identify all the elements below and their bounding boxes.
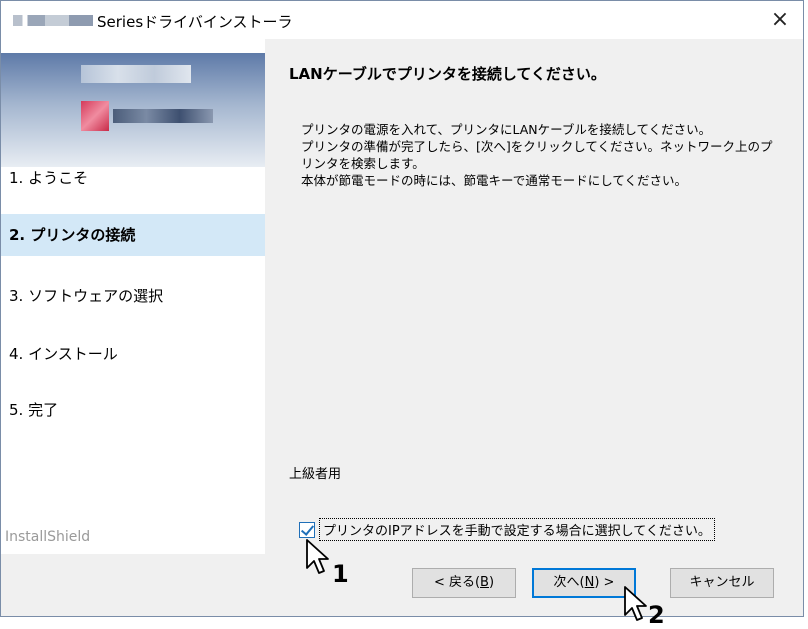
content-panel: LANケーブルでプリンタを接続してください。 プリンタの電源を入れて、プリンタに… (265, 39, 803, 554)
back-button-label: < 戻る( (433, 575, 481, 590)
manual-ip-option[interactable]: プリンタのIPアドレスを手動で設定する場合に選択してください。 (299, 518, 715, 541)
back-button-suffix: ) (488, 575, 495, 590)
close-button[interactable]: × (757, 1, 803, 39)
advanced-label: 上級者用 (289, 467, 342, 482)
window-title: Seriesドライバインストーラ (97, 13, 293, 31)
callout-number-2: 2 (648, 601, 665, 629)
instruction-line: プリンタの準備が完了したら、[次へ]をクリックしてください。ネットワーク上のプ (301, 139, 773, 154)
back-button-mnemonic: B (480, 575, 489, 590)
sidebar: 1. ようこそ 2. プリンタの接続 3. ソフトウェアの選択 4. インストー… (1, 39, 265, 554)
instruction-line: 本体が節電モードの時には、節電キーで通常モードにしてください。 (301, 173, 688, 188)
redacted-logo-wordmark (113, 109, 213, 123)
mouse-cursor-icon (624, 586, 647, 621)
instruction-line: プリンタの電源を入れて、プリンタにLANケーブルを接続してください。 (301, 122, 712, 137)
back-button[interactable]: < 戻る(B) (412, 568, 516, 598)
title-bar: Seriesドライバインストーラ × (1, 1, 803, 39)
manual-ip-checkbox[interactable] (299, 521, 315, 538)
cancel-button[interactable]: キャンセル (670, 568, 774, 598)
redacted-model-name (13, 15, 93, 26)
step-select-software: 3. ソフトウェアの選択 (9, 287, 164, 305)
next-button-suffix: ) > (594, 575, 615, 590)
callout-number-1: 1 (332, 560, 349, 588)
brand-banner (1, 53, 265, 167)
installer-window: Seriesドライバインストーラ × 1. ようこそ 2. プリンタの接続 3.… (0, 0, 804, 617)
mouse-cursor-icon (306, 539, 329, 574)
next-button-label: 次へ( (553, 575, 585, 590)
page-heading: LANケーブルでプリンタを接続してください。 (289, 65, 606, 83)
instructions: プリンタの電源を入れて、プリンタにLANケーブルを接続してください。 プリンタの… (301, 121, 791, 189)
next-button-mnemonic: N (584, 575, 595, 590)
redacted-logo-text (81, 65, 191, 83)
step-connect-printer: 2. プリンタの接続 (1, 214, 265, 256)
step-welcome: 1. ようこそ (9, 169, 89, 187)
next-button[interactable]: 次へ(N) > (532, 568, 636, 598)
manual-ip-checkbox-label[interactable]: プリンタのIPアドレスを手動で設定する場合に選択してください。 (319, 518, 715, 541)
step-complete: 5. 完了 (9, 401, 59, 419)
redacted-logo-mark (81, 101, 109, 131)
installshield-brand: InstallShield (5, 529, 91, 545)
instruction-line: リンタを検索します。 (301, 156, 425, 171)
step-install: 4. インストール (9, 345, 118, 363)
